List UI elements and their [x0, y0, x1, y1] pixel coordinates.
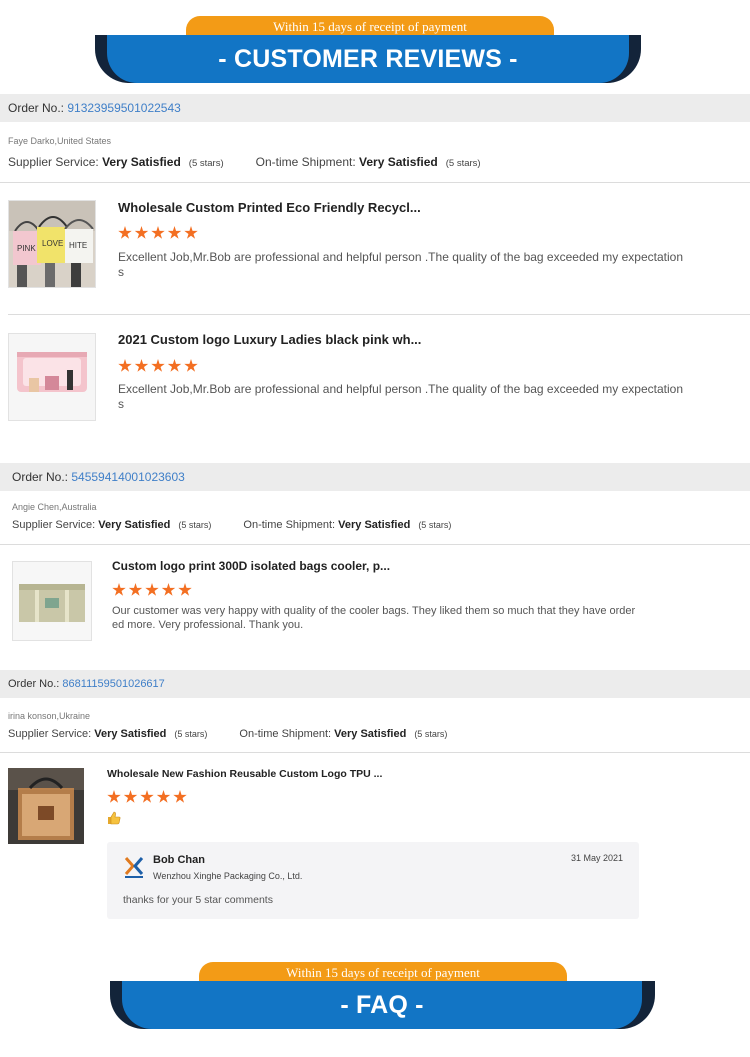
- star-icon: [128, 583, 143, 596]
- order-header: Order No.: 91323959501022543: [0, 94, 750, 122]
- star-icon: [167, 226, 182, 239]
- product-title[interactable]: Wholesale New Fashion Reusable Custom Lo…: [107, 768, 382, 780]
- divider: [0, 752, 750, 753]
- reply-text: thanks for your 5 star comments: [123, 894, 273, 906]
- review-comment-line: Excellent Job,Mr.Bob are professional an…: [118, 250, 684, 264]
- thumbs-up-icon: [107, 811, 121, 825]
- order-header: Order No.: 54559414001023603: [0, 463, 750, 491]
- reply-company: Wenzhou Xinghe Packaging Co., Ltd.: [153, 871, 303, 881]
- ontime-shipment-label: On-time Shipment:: [243, 519, 336, 531]
- star-icon: [184, 226, 198, 239]
- shipment-stars-note: (5 stars): [445, 158, 481, 169]
- reply-date: 31 May 2021: [570, 853, 623, 863]
- star-icon: [184, 359, 198, 372]
- review-comment-line: ed more. Very professional. Thank you.: [112, 619, 304, 631]
- order-no-label: Order No.:: [8, 678, 60, 690]
- product-title[interactable]: Wholesale Custom Printed Eco Friendly Re…: [118, 200, 421, 215]
- shipment-stars-note: (5 stars): [414, 729, 448, 739]
- clear-tote-image: [8, 768, 84, 844]
- review-comment: Excellent Job,Mr.Bob are professional an…: [118, 382, 688, 412]
- rating-stars: [118, 359, 201, 375]
- review-comment-line: Our customer was very happy with quality…: [112, 605, 636, 617]
- order-number-link[interactable]: 91323959501022543: [67, 101, 180, 115]
- shipment-stars-note: (5 stars): [418, 520, 452, 530]
- ontime-shipment-label: On-time Shipment:: [255, 155, 356, 169]
- review-comment-line: Excellent Job,Mr.Bob are professional an…: [118, 382, 684, 396]
- order-header: Order No.: 86811159501026617: [0, 670, 750, 698]
- star-icon: [134, 359, 149, 372]
- supplier-service-value: Very Satisfied: [102, 155, 181, 169]
- star-icon: [151, 359, 165, 372]
- item-divider: [8, 314, 750, 315]
- buyer-name: irina konson,Ukraine: [8, 711, 91, 721]
- supplier-service-label: Supplier Service:: [8, 155, 99, 169]
- buyer-name: Angie Chen,Australia: [12, 502, 97, 512]
- order-no-label: Order No.:: [8, 101, 65, 115]
- reply-author: Bob Chan: [153, 854, 205, 866]
- review-comment-line: s: [118, 265, 124, 279]
- supplier-service-value: Very Satisfied: [94, 728, 167, 740]
- star-icon: [140, 790, 154, 803]
- order-ratings: Supplier Service: Very Satisfied (5 stars…: [8, 728, 447, 740]
- divider: [0, 544, 750, 545]
- star-icon: [112, 583, 126, 596]
- star-icon: [134, 226, 149, 239]
- rating-stars: [107, 790, 190, 806]
- review-comment: Excellent Job,Mr.Bob are professional an…: [118, 250, 688, 280]
- rating-stars: [118, 226, 201, 242]
- order-number-link[interactable]: 54559414001023603: [71, 470, 184, 484]
- cosmetic-bag-image: [9, 334, 95, 420]
- star-icon: [107, 790, 121, 803]
- supplier-stars-note: (5 stars): [188, 158, 224, 169]
- tote-bags-image: PINK LOVE HITE: [9, 201, 95, 287]
- product-thumbnail[interactable]: [8, 768, 84, 844]
- order-ratings: Supplier Service: Very Satisfied (5 stars…: [12, 519, 451, 531]
- rating-stars: [112, 583, 195, 599]
- supplier-service-label: Supplier Service:: [8, 728, 92, 740]
- star-icon: [156, 790, 171, 803]
- star-icon: [118, 359, 132, 372]
- supplier-stars-note: (5 stars): [174, 729, 208, 739]
- cooler-bag-image: [13, 562, 91, 640]
- product-title[interactable]: Custom logo print 300D isolated bags coo…: [112, 559, 390, 573]
- svg-text:LOVE: LOVE: [42, 239, 63, 248]
- order-no-label: Order No.:: [12, 470, 69, 484]
- faq-banner: Within 15 days of receipt of payment - F…: [0, 962, 750, 1030]
- review-comment: Our customer was very happy with quality…: [112, 604, 672, 632]
- supplier-service-value: Very Satisfied: [98, 519, 171, 531]
- star-icon: [161, 583, 176, 596]
- customer-reviews-banner: Within 15 days of receipt of payment - C…: [0, 16, 750, 84]
- svg-text:HITE: HITE: [69, 241, 87, 250]
- seller-reply: Bob Chan Wenzhou Xinghe Packaging Co., L…: [107, 842, 639, 919]
- order-ratings: Supplier Service: Very Satisfied (5 stars…: [8, 155, 481, 169]
- product-thumbnail[interactable]: [12, 561, 92, 641]
- order-number-link[interactable]: 86811159501026617: [62, 678, 164, 690]
- star-icon: [151, 226, 165, 239]
- product-title[interactable]: 2021 Custom logo Luxury Ladies black pin…: [118, 332, 421, 347]
- ontime-shipment-value: Very Satisfied: [334, 728, 407, 740]
- supplier-service-label: Supplier Service:: [12, 519, 96, 531]
- star-icon: [167, 359, 182, 372]
- star-icon: [123, 790, 138, 803]
- star-icon: [173, 790, 187, 803]
- section-title: - FAQ -: [122, 981, 642, 1029]
- ontime-shipment-value: Very Satisfied: [338, 519, 411, 531]
- buyer-name: Faye Darko,United States: [8, 136, 112, 146]
- ontime-shipment-value: Very Satisfied: [359, 155, 438, 169]
- star-icon: [118, 226, 132, 239]
- divider: [0, 182, 750, 183]
- supplier-stars-note: (5 stars): [178, 520, 212, 530]
- star-icon: [145, 583, 159, 596]
- product-thumbnail[interactable]: [8, 333, 96, 421]
- section-title: - CUSTOMER REVIEWS -: [107, 35, 629, 83]
- review-comment-line: s: [118, 397, 124, 411]
- svg-text:PINK: PINK: [17, 244, 36, 253]
- star-icon: [178, 583, 192, 596]
- ontime-shipment-label: On-time Shipment:: [239, 728, 332, 740]
- product-thumbnail[interactable]: PINK LOVE HITE: [8, 200, 96, 288]
- company-logo-icon: [123, 856, 145, 880]
